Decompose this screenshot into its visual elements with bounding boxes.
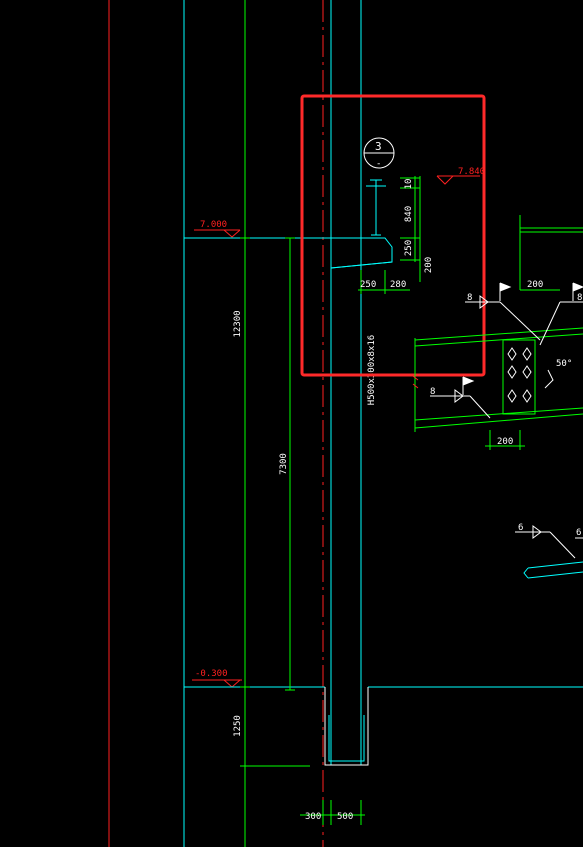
weld-label-2: 8 (577, 293, 582, 303)
elev-7840-label: 7.840 (458, 167, 485, 177)
elev-7000-label: 7.000 (200, 220, 227, 230)
dim-1250-label: 1250 (233, 715, 243, 737)
detail-marker-sub: - (376, 159, 381, 169)
cad-drawing-canvas: 7.000 -0.300 7.840 12300 1250 7300 300 5… (108, 0, 583, 847)
weld-label-3: 8 (430, 387, 435, 397)
dim-200v-label: 200 (424, 257, 434, 273)
dim-12300-label: 12300 (233, 310, 243, 337)
highlight-box[interactable] (300, 94, 486, 377)
dimension-lines: 12300 1250 7300 (233, 0, 310, 767)
angle-label: 50° (556, 359, 572, 369)
bolt-group (507, 347, 532, 403)
weld-label-4: 6 (518, 523, 523, 533)
bracket-detail: 3 - 10 840 250 200 250 280 (330, 137, 434, 294)
dim-300-label: 300 (305, 812, 321, 822)
beam-connection-detail: 200 8 8 8 50° 200 6 6 (412, 215, 583, 579)
elevation-marks: 7.000 -0.300 7.840 (192, 167, 485, 688)
dim-conn-bot-label: 200 (497, 437, 513, 447)
weld-label-5: 6 (576, 528, 581, 538)
dim-10-label: 10 (404, 179, 414, 190)
elev-7840-triangle (436, 175, 454, 185)
elev-ground-label: -0.300 (195, 669, 228, 679)
dim-250h-label: 250 (360, 280, 376, 290)
elev-ground-triangle (223, 679, 241, 688)
dim-conn-top-label: 200 (527, 280, 543, 290)
weld-label-1: 8 (467, 293, 472, 303)
dim-840-label: 840 (404, 206, 414, 222)
detail-marker-number: 3 (375, 140, 382, 153)
column-footing: 300 500 (300, 687, 369, 825)
dim-7300-label: 7300 (279, 453, 289, 475)
dim-500-label: 500 (337, 812, 353, 822)
column-section-label: H500x300x8x16 (367, 335, 377, 405)
dim-250v-label: 250 (404, 240, 414, 256)
elev-7000-triangle (223, 229, 241, 238)
dim-280h-label: 280 (390, 280, 406, 290)
